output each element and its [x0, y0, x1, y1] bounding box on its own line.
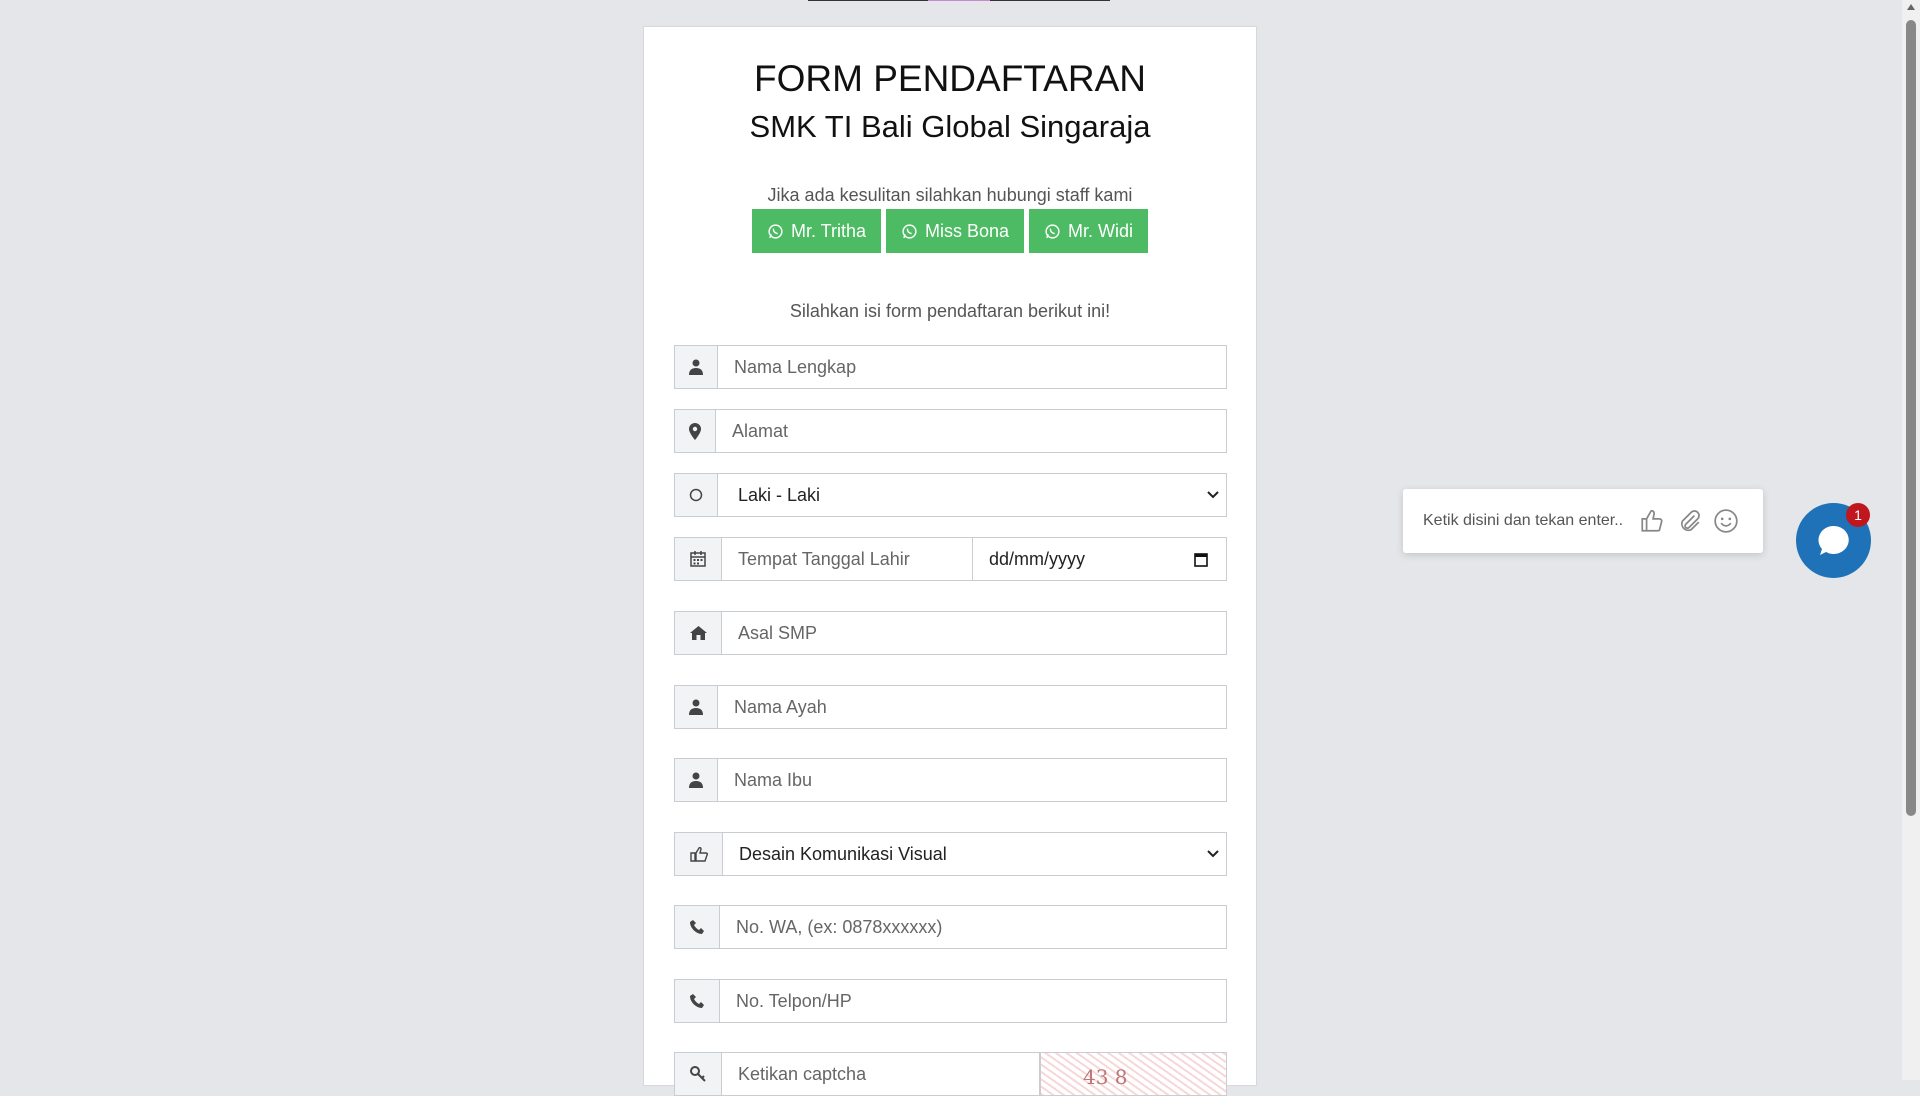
contact-button-widi[interactable]: Mr. Widi: [1029, 209, 1149, 253]
map-marker-icon: [674, 409, 715, 453]
home-icon: [674, 611, 721, 655]
no-telpon-input[interactable]: No. Telpon/HP: [719, 979, 1227, 1023]
key-icon: [674, 1052, 721, 1096]
nama-lengkap-group: Nama Lengkap: [674, 345, 1227, 389]
alamat-input[interactable]: Alamat: [715, 409, 1227, 453]
thumbs-up-icon[interactable]: [1639, 508, 1665, 534]
asal-smp-input[interactable]: Asal SMP: [721, 611, 1227, 655]
chat-bubble-icon: [1817, 525, 1849, 555]
contact-button-tritha[interactable]: Mr. Tritha: [751, 209, 881, 253]
page-subtitle: SMK TI Bali Global Singaraja: [749, 109, 1151, 144]
no-wa-input[interactable]: No. WA, (ex: 0878xxxxxx): [719, 905, 1227, 949]
jurusan-select[interactable]: Desain Komunikasi Visual: [722, 832, 1227, 876]
whatsapp-icon: [768, 223, 783, 239]
contact-button-label: Miss Bona: [924, 220, 1010, 241]
whatsapp-icon: [1045, 223, 1060, 239]
paperclip-icon[interactable]: [1676, 508, 1702, 534]
contact-buttons: Mr. Tritha Miss Bona Mr. Widi: [644, 209, 1256, 253]
phone-icon: [674, 979, 719, 1023]
contact-button-label: Mr. Tritha: [790, 220, 866, 241]
captcha-group: Ketikan captcha 43 8: [674, 1052, 1227, 1096]
scrollbar-thumb[interactable]: [1906, 20, 1916, 816]
tanggal-lahir-input[interactable]: dd/mm/yyyy: [973, 537, 1227, 581]
form-instruction: Silahkan isi form pendaftaran berikut in…: [789, 301, 1111, 321]
page-title: FORM PENDAFTARAN: [754, 58, 1146, 99]
calendar-picker-icon[interactable]: [1194, 552, 1208, 567]
help-text: Jika ada kesulitan silahkan hubungi staf…: [767, 185, 1133, 205]
captcha-image-text: 43 8: [1083, 1065, 1128, 1089]
hand-pointer-icon: [674, 832, 722, 876]
circle-icon: [674, 473, 717, 517]
alamat-group: Alamat: [674, 409, 1227, 453]
jurusan-group: Desain Komunikasi Visual: [674, 832, 1227, 876]
jenis-kelamin-group: Laki - Laki: [674, 473, 1227, 517]
jenis-kelamin-value: Laki - Laki: [738, 484, 821, 505]
contact-button-label: Mr. Widi: [1068, 220, 1134, 241]
chevron-down-icon: [1207, 850, 1219, 858]
smiley-icon[interactable]: [1713, 508, 1739, 534]
user-icon: [674, 685, 717, 729]
ttl-group: Tempat Tanggal Lahir dd/mm/yyyy: [674, 537, 1227, 581]
contact-button-bona[interactable]: Miss Bona: [885, 209, 1025, 253]
whatsapp-icon: [902, 223, 917, 239]
no-wa-group: No. WA, (ex: 0878xxxxxx): [674, 905, 1227, 949]
nama-ayah-input[interactable]: Nama Ayah: [717, 685, 1227, 729]
asal-smp-group: Asal SMP: [674, 611, 1227, 655]
tanggal-lahir-placeholder: dd/mm/yyyy: [989, 548, 1086, 569]
tempat-lahir-input[interactable]: Tempat Tanggal Lahir: [721, 537, 973, 581]
chat-input-box[interactable]: Ketik disini dan tekan enter..: [1403, 489, 1763, 553]
nama-ibu-input[interactable]: Nama Ibu: [717, 758, 1227, 802]
captcha-image: 43 8: [1040, 1052, 1227, 1096]
nama-ayah-group: Nama Ayah: [674, 685, 1227, 729]
chat-unread-badge: 1: [1846, 503, 1870, 527]
user-icon: [674, 758, 717, 802]
registration-card: FORM PENDAFTARAN SMK TI Bali Global Sing…: [643, 26, 1257, 1096]
jenis-kelamin-select[interactable]: Laki - Laki: [717, 473, 1227, 517]
captcha-input[interactable]: Ketikan captcha: [721, 1052, 1040, 1096]
phone-icon: [674, 905, 719, 949]
top-bar-accent: [928, 0, 990, 1]
chevron-down-icon: [1207, 491, 1219, 499]
calendar-icon: [674, 537, 721, 581]
scroll-up-icon[interactable]: [1907, 4, 1915, 10]
scrollbar[interactable]: [1902, 0, 1920, 1080]
nama-ibu-group: Nama Ibu: [674, 758, 1227, 802]
nama-lengkap-input[interactable]: Nama Lengkap: [717, 345, 1227, 389]
no-telpon-group: No. Telpon/HP: [674, 979, 1227, 1023]
user-icon: [674, 345, 717, 389]
jurusan-value: Desain Komunikasi Visual: [739, 843, 947, 864]
chat-input-placeholder: Ketik disini dan tekan enter..: [1423, 512, 1624, 529]
